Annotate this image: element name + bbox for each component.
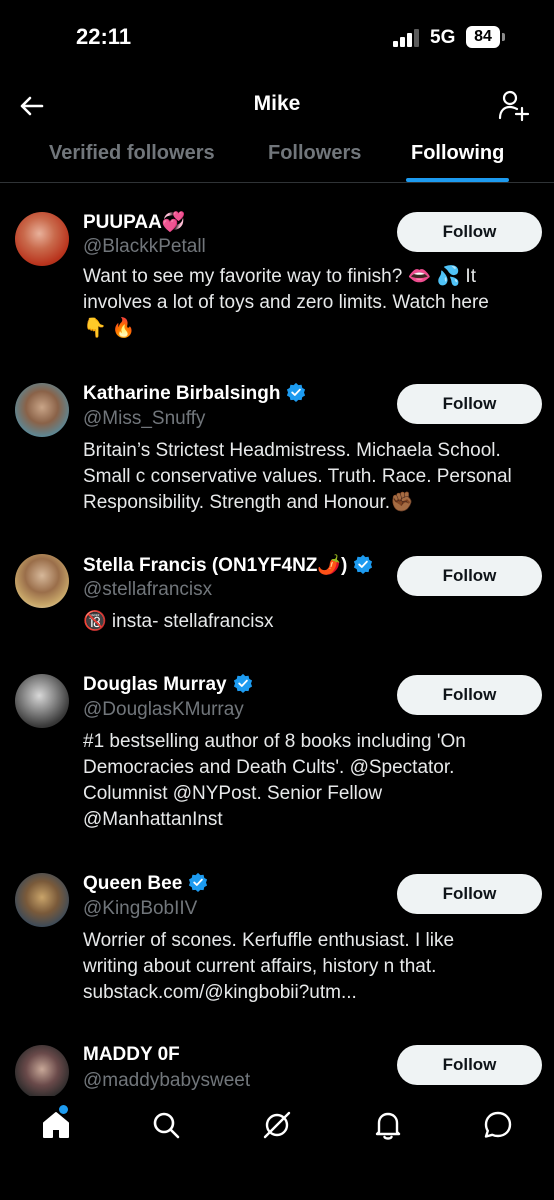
bio-line: involves a lot of toys and zero limits. … [83,292,489,313]
follow-button[interactable]: Follow [397,675,542,715]
user-handle[interactable]: @Miss_Snuffy [83,408,205,430]
verified-badge-icon [354,554,373,574]
status-bar: 22:11 5G 84 [0,0,554,76]
user-bio: Worrier of scones. Kerfuffle enthusiast.… [83,928,533,1006]
user-name[interactable]: Douglas Murray [83,673,253,696]
follow-button[interactable]: Follow [397,212,542,252]
bio-line: 👇 🔥 [83,318,136,339]
user-handle[interactable]: @DouglasKMurray [83,699,244,721]
signal-icon [393,29,423,47]
verified-badge-icon [189,872,208,892]
active-tab-indicator [406,178,509,182]
follow-button[interactable]: Follow [397,556,542,596]
avatar[interactable] [15,873,69,927]
user-handle[interactable]: @KingBobIIV [83,898,197,920]
user-name[interactable]: Katharine Birbalsingh [83,382,306,405]
follow-button[interactable]: Follow [397,384,542,424]
bio-line: @ManhattanInst [83,809,223,830]
bio-line: substack.com/@kingbobii?utm... [83,982,357,1003]
bio-line: Britain’s Strictest Headmistress. Michae… [83,440,501,461]
user-bio: 🔞 insta- stellafrancisx [83,609,533,635]
tab-following[interactable]: Following [411,142,504,165]
bio-line: Democracies and Death Cults'. @Spectator… [83,757,455,778]
avatar[interactable] [15,383,69,437]
user-handle[interactable]: @maddybabysweet [83,1070,250,1092]
tab-bar: Verified followers Followers Following [0,136,554,183]
bio-line: Want to see my favorite way to finish? 👄… [83,266,476,287]
user-name-text[interactable]: Stella Francis (ON1YF4NZ🌶️) [83,555,347,576]
follow-button[interactable]: Follow [397,874,542,914]
battery-icon: 84 [466,26,500,48]
user-name[interactable]: Stella Francis (ON1YF4NZ🌶️) [83,553,373,577]
bio-line: #1 bestselling author of 8 books includi… [83,731,466,752]
user-handle[interactable]: @stellafrancisx [83,579,212,601]
verified-badge-icon [233,673,252,693]
battery-tip [502,33,505,41]
user-name[interactable]: MADDY 0F [83,1044,180,1066]
home-icon[interactable] [39,1108,73,1142]
user-bio: #1 bestselling author of 8 books includi… [83,729,533,833]
search-icon[interactable] [149,1108,183,1142]
bio-line: writing about current affairs, history n… [83,956,437,977]
bio-line: Worrier of scones. Kerfuffle enthusiast.… [83,930,455,951]
user-bio: Britain’s Strictest Headmistress. Michae… [83,438,533,516]
tab-verified-followers[interactable]: Verified followers [49,142,215,165]
avatar[interactable] [15,674,69,728]
user-name-text[interactable]: Katharine Birbalsingh [83,383,280,404]
user-name-text[interactable]: Queen Bee [83,873,182,894]
status-time: 22:11 [76,24,132,49]
user-bio: Want to see my favorite way to finish? 👄… [83,264,533,342]
avatar[interactable] [15,1045,69,1099]
messages-icon[interactable] [481,1108,515,1142]
user-handle[interactable]: @BlackkPetall [83,236,206,258]
bottom-nav [0,1096,554,1200]
bio-line: Small c conservative values. Truth. Race… [83,466,512,487]
bio-line: Responsibility. Strength and Honour.✊🏾 [83,492,414,513]
tab-followers[interactable]: Followers [268,142,361,165]
user-name-text[interactable]: Douglas Murray [83,674,227,695]
grok-icon[interactable] [260,1108,294,1142]
bell-icon[interactable] [371,1108,405,1142]
page-title: Mike [253,92,301,115]
add-user-icon[interactable] [496,88,532,124]
bio-line: 🔞 insta- stellafrancisx [83,611,274,632]
user-name[interactable]: Queen Bee [83,872,208,895]
avatar[interactable] [15,212,69,266]
notification-dot [59,1105,68,1114]
avatar[interactable] [15,554,69,608]
follow-button[interactable]: Follow [397,1045,542,1085]
header: Mike [0,76,554,136]
bio-line: Columnist @NYPost. Senior Fellow [83,783,383,804]
user-name[interactable]: PUUPAA💞 [83,210,185,234]
verified-badge-icon [287,382,306,402]
network-type: 5G [430,27,456,48]
